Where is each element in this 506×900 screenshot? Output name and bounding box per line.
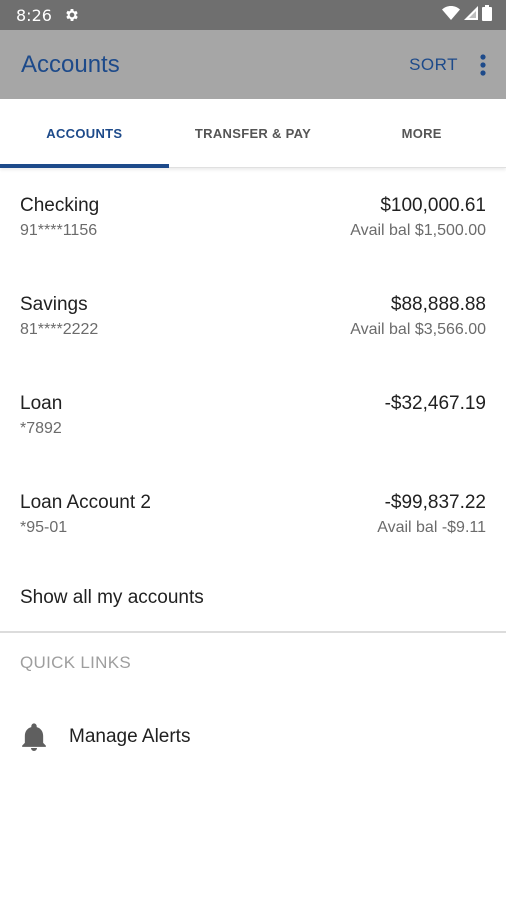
account-name: Loan Account 2 [20, 492, 151, 513]
account-name: Savings [20, 294, 88, 315]
page-title: Accounts [21, 50, 120, 78]
account-available-balance: Avail bal -$9.11 [377, 519, 486, 536]
quick-links-header: QUICK LINKS [20, 653, 131, 672]
account-row-loan[interactable]: Loan *7892 -$32,467.19 [0, 393, 506, 473]
tab-more[interactable]: MORE [337, 99, 506, 167]
app-bar: Accounts SORT [0, 30, 506, 99]
account-number: *95-01 [20, 519, 68, 536]
account-balance: $88,888.88 [390, 294, 486, 315]
overflow-menu-icon[interactable] [480, 53, 486, 76]
status-time: 8:26 [16, 5, 52, 25]
wifi-icon [442, 5, 460, 25]
account-available-balance: Avail bal $1,500.00 [350, 222, 486, 239]
tab-bar: ACCOUNTS TRANSFER & PAY MORE [0, 99, 506, 168]
account-balance: -$99,837.22 [384, 492, 486, 513]
account-number: *7892 [20, 420, 62, 437]
account-row-savings[interactable]: Savings 81****2222 $88,888.88 Avail bal … [0, 294, 506, 374]
bell-icon [21, 723, 49, 751]
account-number: 91****1156 [20, 222, 98, 239]
account-number: 81****2222 [20, 321, 99, 338]
account-balance: -$32,467.19 [384, 393, 486, 414]
signal-icon [464, 5, 478, 25]
account-available-balance: Avail bal $3,566.00 [350, 321, 486, 338]
settings-gear-icon [64, 7, 80, 23]
status-icons [442, 4, 492, 26]
sort-button[interactable]: SORT [409, 55, 458, 75]
divider [0, 631, 506, 633]
account-name: Checking [20, 195, 100, 216]
tab-accounts[interactable]: ACCOUNTS [0, 99, 169, 168]
manage-alerts-item[interactable]: Manage Alerts [0, 712, 506, 762]
account-balance: $100,000.61 [380, 195, 486, 216]
battery-icon [482, 4, 492, 26]
account-row-checking[interactable]: Checking 91****1156 $100,000.61 Avail ba… [0, 195, 506, 275]
manage-alerts-label: Manage Alerts [69, 726, 191, 747]
account-row-loan-account-2[interactable]: Loan Account 2 *95-01 -$99,837.22 Avail … [0, 492, 506, 572]
account-name: Loan [20, 393, 63, 414]
show-all-accounts-link[interactable]: Show all my accounts [20, 587, 204, 609]
status-bar: 8:26 [0, 0, 506, 30]
tab-transfer-pay[interactable]: TRANSFER & PAY [169, 99, 338, 167]
